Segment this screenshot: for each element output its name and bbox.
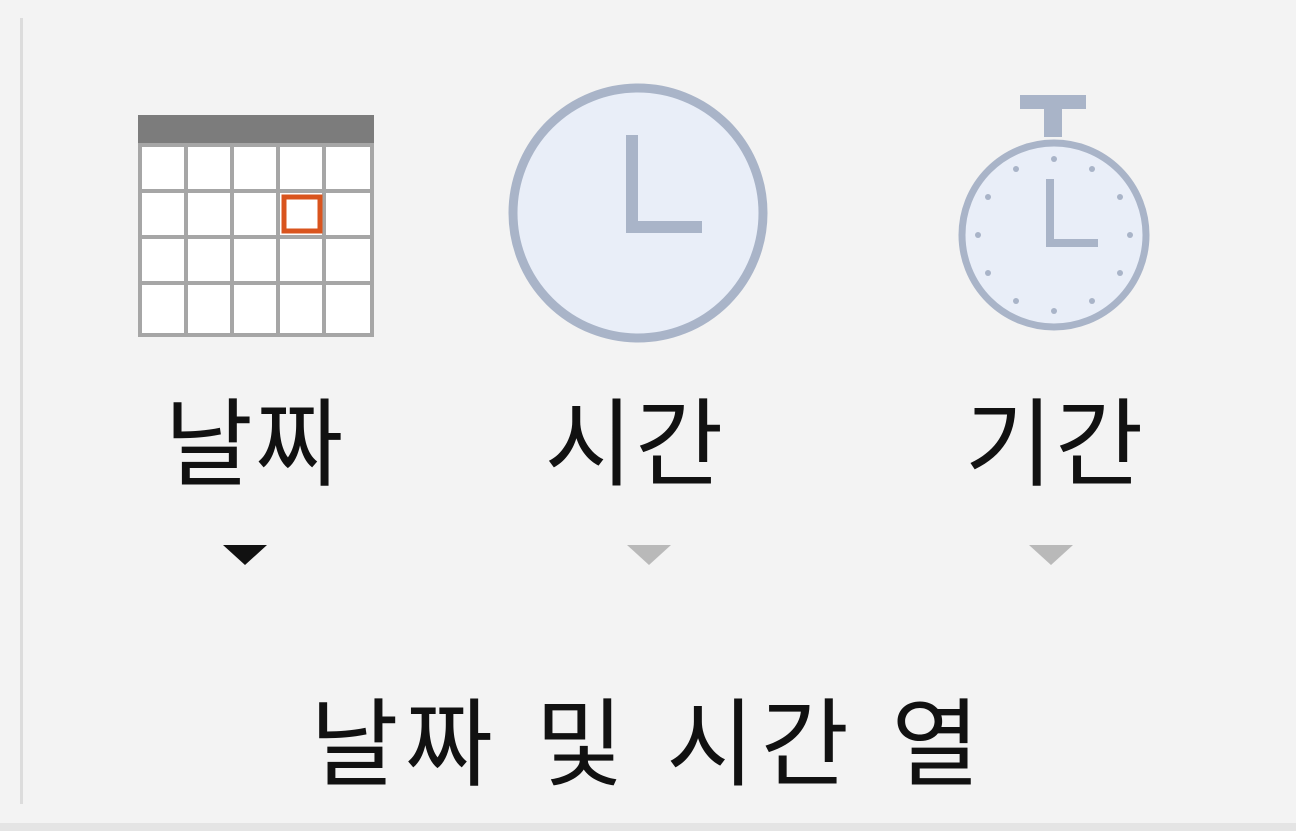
ribbon-bottom-border (0, 823, 1296, 831)
clock-icon (508, 83, 768, 343)
stopwatch-icon (958, 95, 1150, 331)
calendar-icon (138, 115, 374, 337)
date-column-button[interactable]: 날짜 (90, 60, 420, 600)
group-divider (20, 18, 23, 804)
duration-column-button[interactable]: 기간 (890, 60, 1220, 600)
chevron-down-icon (627, 545, 671, 565)
ribbon-group-date-time-columns: 날짜 시간 기간 날짜 및 시간 열 (0, 0, 1296, 831)
duration-button-label: 기간 (964, 389, 1146, 501)
chevron-down-icon (223, 545, 267, 565)
chevron-down-icon (1029, 545, 1073, 565)
group-label: 날짜 및 시간 열 (310, 689, 986, 801)
time-button-label: 시간 (544, 389, 726, 501)
time-column-button[interactable]: 시간 (470, 60, 800, 600)
date-button-label: 날짜 (164, 389, 346, 501)
